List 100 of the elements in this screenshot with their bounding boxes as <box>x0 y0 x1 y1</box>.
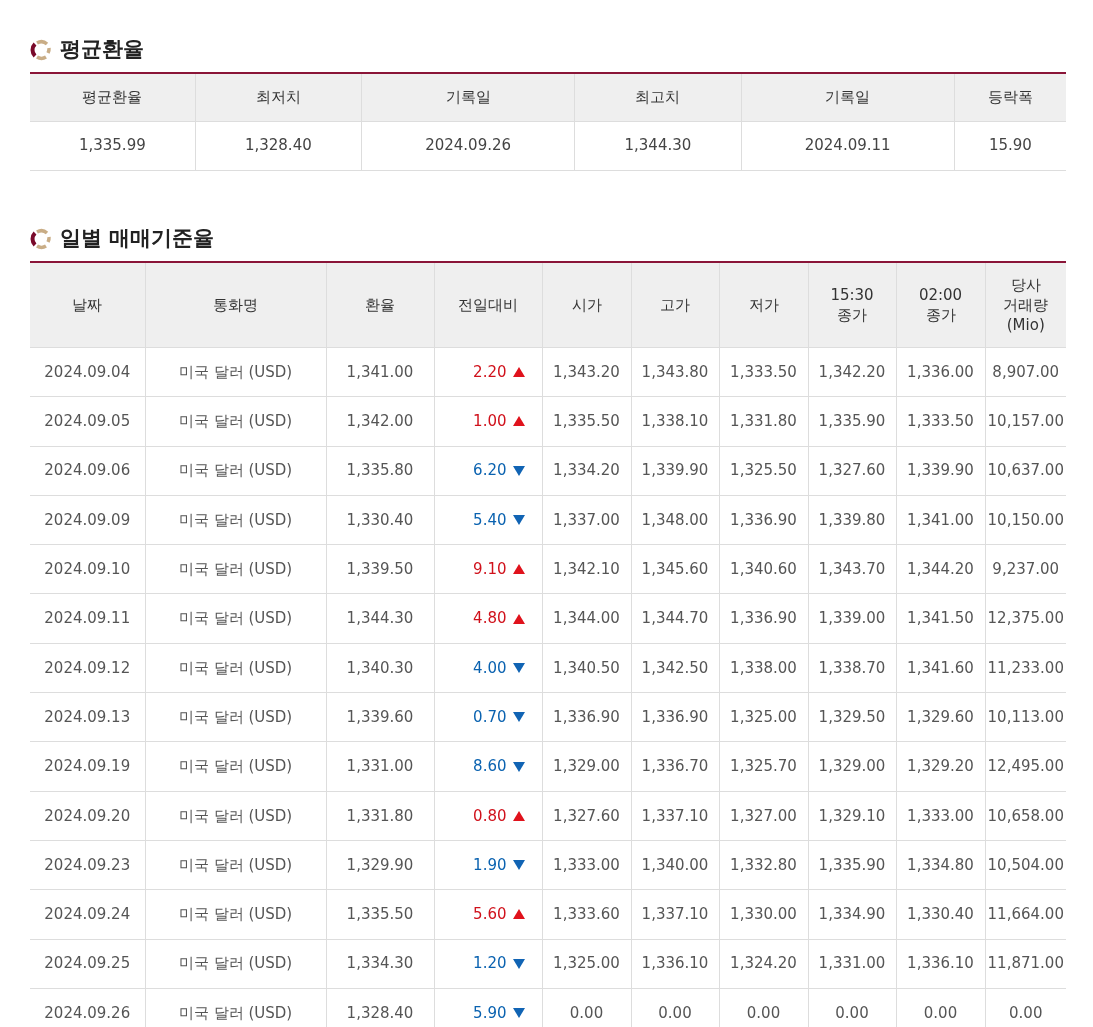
table-cell: 1,339.60 <box>326 692 434 742</box>
column-header: 등락폭 <box>954 73 1066 121</box>
table-cell: 1,325.00 <box>719 692 808 742</box>
table-cell: 1,325.00 <box>542 939 631 989</box>
table-cell: 1,333.50 <box>719 347 808 397</box>
table-cell: 1,333.60 <box>542 889 631 940</box>
section-title: 평균환율 <box>60 36 144 64</box>
table-cell: 1,344.20 <box>896 544 985 594</box>
table-cell: 1,327.60 <box>808 446 896 496</box>
column-header: 고가 <box>631 261 719 348</box>
table-cell: 0.00 <box>896 988 985 1027</box>
table-cell: 1,335.90 <box>808 396 896 447</box>
table-cell: 1,338.00 <box>719 643 808 693</box>
change-value: 9.10 <box>473 559 507 581</box>
table-cell: 1,333.50 <box>896 396 985 447</box>
table-cell: 1,328.40 <box>195 121 362 170</box>
table-cell: 2024.09.13 <box>30 692 145 742</box>
table-cell: 1,344.70 <box>631 594 719 644</box>
table-cell: 1,335.80 <box>326 446 434 496</box>
table-cell: 12,375.00 <box>985 594 1066 644</box>
table-cell: 2024.09.24 <box>30 889 145 940</box>
table-cell: 10,658.00 <box>985 791 1066 841</box>
table-cell: 1,348.00 <box>631 495 719 545</box>
change-value: 5.60 <box>473 904 507 926</box>
table-cell: 1,329.00 <box>808 741 896 792</box>
table-cell: 1,343.70 <box>808 544 896 594</box>
table-cell: 1,334.20 <box>542 446 631 496</box>
table-cell: 1,333.00 <box>542 840 631 890</box>
table-cell: 1,329.50 <box>808 692 896 742</box>
table-cell: 0.00 <box>631 988 719 1027</box>
table-cell: 1,337.10 <box>631 889 719 940</box>
table-cell: 2024.09.09 <box>30 495 145 545</box>
table-cell: 1,340.00 <box>631 840 719 890</box>
change-value: 8.60 <box>473 756 507 778</box>
table-cell: 8,907.00 <box>985 347 1066 397</box>
table-cell: 9,237.00 <box>985 544 1066 594</box>
table-cell: 1,329.60 <box>896 692 985 742</box>
change-value: 5.90 <box>473 1002 507 1024</box>
table-cell: 1,330.00 <box>719 889 808 940</box>
table-cell: 1,331.00 <box>808 939 896 989</box>
table-cell: 2024.09.04 <box>30 347 145 397</box>
table-cell: 1,329.10 <box>808 791 896 841</box>
table-cell: 1,338.10 <box>631 396 719 447</box>
table-cell: 1,324.20 <box>719 939 808 989</box>
table-cell: 1,329.20 <box>896 741 985 792</box>
table-cell: 미국 달러 (USD) <box>145 741 326 792</box>
table-cell: 1,336.90 <box>631 692 719 742</box>
table-cell: 10,504.00 <box>985 840 1066 890</box>
column-header: 저가 <box>719 261 808 348</box>
table-cell: 2024.09.10 <box>30 544 145 594</box>
table-cell: 11,871.00 <box>985 939 1066 989</box>
table-cell: 1,325.50 <box>719 446 808 496</box>
table-cell: 10,157.00 <box>985 396 1066 447</box>
table-cell: 미국 달러 (USD) <box>145 594 326 644</box>
table-cell: 1,335.99 <box>30 121 196 170</box>
table-cell: 15.90 <box>954 121 1066 170</box>
table-cell: 2024.09.26 <box>30 988 145 1027</box>
table-cell: 1,340.60 <box>719 544 808 594</box>
column-header: 시가 <box>542 261 631 348</box>
table-cell: 1,342.10 <box>542 544 631 594</box>
table-cell: 1,341.50 <box>896 594 985 644</box>
table-cell: 미국 달러 (USD) <box>145 495 326 545</box>
table-cell: 1,336.90 <box>719 594 808 644</box>
table-cell: 10,113.00 <box>985 692 1066 742</box>
change-value: 0.70 <box>473 706 507 728</box>
change-value: 6.20 <box>473 460 507 482</box>
column-header: 02:00 종가 <box>896 261 985 348</box>
table-cell: 1,330.40 <box>326 495 434 545</box>
table-cell: 1,329.90 <box>326 840 434 890</box>
column-header: 환율 <box>326 261 434 348</box>
table-cell: 2024.09.25 <box>30 939 145 989</box>
table-cell: 미국 달러 (USD) <box>145 939 326 989</box>
ring-icon <box>30 39 52 61</box>
column-header: 통화명 <box>145 261 326 348</box>
table-cell: 1,341.00 <box>896 495 985 545</box>
table-cell: 2024.09.11 <box>741 121 955 170</box>
column-header: 날짜 <box>30 261 145 348</box>
table-cell: 2024.09.19 <box>30 741 145 792</box>
table-cell: 1,336.90 <box>542 692 631 742</box>
column-header: 전일대비 <box>434 261 542 348</box>
table-cell: 1,339.50 <box>326 544 434 594</box>
table-cell: 1,345.60 <box>631 544 719 594</box>
change-value: 4.00 <box>473 657 507 679</box>
table-cell: 1,339.90 <box>896 446 985 496</box>
change-value: 2.20 <box>473 361 507 383</box>
table-cell: 미국 달러 (USD) <box>145 889 326 940</box>
table-cell: 미국 달러 (USD) <box>145 446 326 496</box>
section-title: 일별 매매기준율 <box>60 224 215 252</box>
table-cell: 미국 달러 (USD) <box>145 988 326 1027</box>
table-cell: 1,335.50 <box>542 396 631 447</box>
table-cell: 2024.09.05 <box>30 396 145 447</box>
change-value: 5.40 <box>473 509 507 531</box>
change-value: 1.20 <box>473 953 507 975</box>
table-cell: 미국 달러 (USD) <box>145 544 326 594</box>
table-cell: 2024.09.20 <box>30 791 145 841</box>
table-cell: 1,331.80 <box>326 791 434 841</box>
table-cell: 1,343.20 <box>542 347 631 397</box>
table-cell: 0.00 <box>542 988 631 1027</box>
change-value: 4.80 <box>473 608 507 630</box>
table-cell: 미국 달러 (USD) <box>145 791 326 841</box>
